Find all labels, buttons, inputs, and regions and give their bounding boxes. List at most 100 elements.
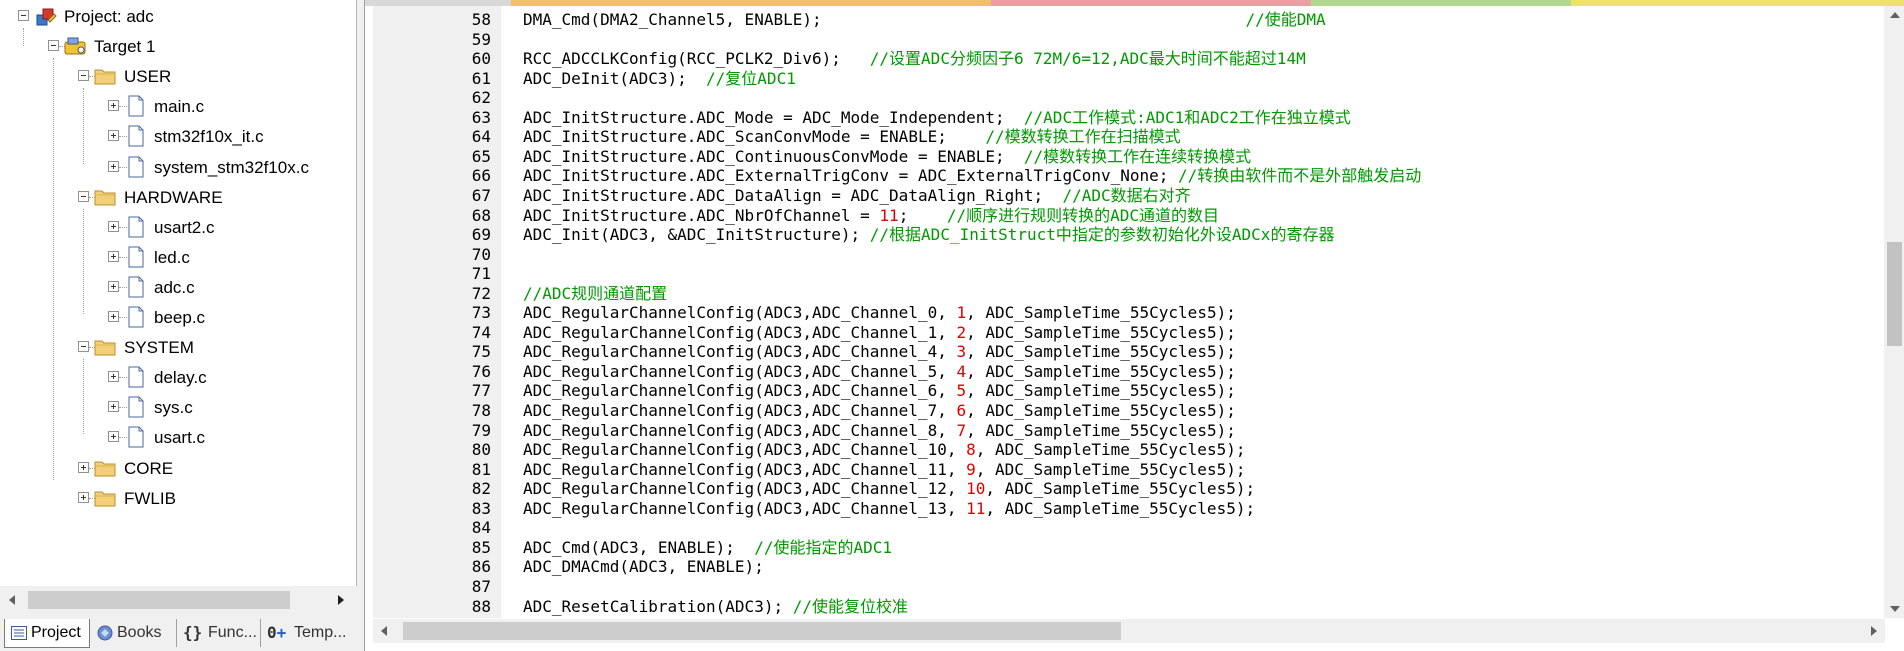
code-editor[interactable]: 58 DMA_Cmd(DMA2_Channel5, ENABLE); //使能DM… bbox=[364, 0, 1904, 651]
code-number: 1 bbox=[956, 303, 967, 323]
expand-toggle-icon[interactable] bbox=[108, 401, 119, 413]
code-text: ADC_DMACmd(ADC3, ENABLE); bbox=[523, 557, 764, 577]
code-line[interactable]: DMA_Cmd(DMA2_Channel5, ENABLE); //使能DMA bbox=[523, 10, 1326, 30]
code-text: ADC_RegularChannelConfig(ADC3,ADC_Channe… bbox=[523, 322, 957, 342]
expand-toggle-icon[interactable] bbox=[108, 280, 119, 292]
expand-toggle-icon[interactable] bbox=[108, 311, 119, 322]
code-number: 4 bbox=[956, 361, 967, 381]
collapse-toggle-icon[interactable] bbox=[78, 70, 89, 82]
code-line[interactable]: ADC_RegularChannelConfig(ADC3,ADC_Channe… bbox=[523, 421, 1236, 441]
line-number: 75 bbox=[471, 342, 491, 362]
line-number: 61 bbox=[471, 68, 491, 88]
tree-node-label: system_stm32f10x.c bbox=[154, 157, 309, 177]
editor-vscroll-thumb[interactable] bbox=[1887, 242, 1902, 346]
collapse-toggle-icon[interactable] bbox=[78, 190, 89, 202]
editor-hscroll-thumb[interactable] bbox=[403, 622, 1121, 640]
code-line[interactable]: ADC_RegularChannelConfig(ADC3,ADC_Channe… bbox=[523, 381, 1236, 401]
code-line[interactable]: ADC_RegularChannelConfig(ADC3,ADC_Channe… bbox=[523, 342, 1236, 362]
expand-toggle-icon[interactable] bbox=[78, 491, 89, 503]
tree-node[interactable]: FWLIB bbox=[0, 484, 356, 514]
scroll-down-icon[interactable] bbox=[1890, 606, 1900, 612]
line-number: 74 bbox=[471, 322, 491, 342]
code-line[interactable]: ADC_InitStructure.ADC_ContinuousConvMode… bbox=[523, 147, 1251, 167]
expand-toggle-icon[interactable] bbox=[108, 431, 119, 443]
tab-templates[interactable]: 0+ Temp... bbox=[264, 619, 350, 647]
code-comment: //模数转换工作在连续转换模式 bbox=[1023, 146, 1252, 166]
code-text: ADC_RegularChannelConfig(ADC3,ADC_Channe… bbox=[523, 459, 967, 479]
line-number: 85 bbox=[471, 537, 491, 557]
code-line[interactable]: //ADC规则通道配置 bbox=[523, 284, 667, 304]
code-comment: //转换由软件而不是外部触发启动 bbox=[1178, 166, 1422, 186]
editor-horizontal-scrollbar[interactable] bbox=[373, 619, 1885, 643]
code-line[interactable]: ADC_RegularChannelConfig(ADC3,ADC_Channe… bbox=[523, 323, 1236, 343]
templates-icon: 0+ bbox=[267, 623, 287, 642]
expand-toggle-icon[interactable] bbox=[108, 100, 119, 112]
editor-tab-strip bbox=[365, 0, 1904, 6]
tab-functions[interactable]: {} Func... bbox=[180, 619, 261, 647]
tree-node-label: main.c bbox=[154, 97, 205, 117]
scroll-right-icon bbox=[338, 595, 344, 605]
code-line[interactable]: ADC_RegularChannelConfig(ADC3,ADC_Channe… bbox=[523, 479, 1255, 499]
tree-node-label: HARDWARE bbox=[124, 187, 223, 207]
expand-toggle-icon[interactable] bbox=[108, 250, 119, 262]
tab-project[interactable]: Project bbox=[4, 619, 90, 648]
editor-vertical-scrollbar[interactable] bbox=[1884, 6, 1904, 618]
code-line[interactable]: ADC_InitStructure.ADC_ExternalTrigConv =… bbox=[523, 166, 1421, 186]
code-text: ADC_Cmd(ADC3, ENABLE); bbox=[523, 537, 755, 557]
tab-books[interactable]: Books bbox=[92, 619, 177, 647]
code-line[interactable]: RCC_ADCCLKConfig(RCC_PCLK2_Div6); //设置AD… bbox=[523, 49, 1306, 69]
line-number: 76 bbox=[471, 361, 491, 381]
code-line[interactable]: ADC_RegularChannelConfig(ADC3,ADC_Channe… bbox=[523, 362, 1236, 382]
scroll-right-button[interactable] bbox=[330, 590, 352, 610]
tree-scroll-thumb[interactable] bbox=[28, 591, 290, 609]
code-text: ADC_ResetCalibration(ADC3); bbox=[523, 596, 793, 616]
line-number: 81 bbox=[471, 459, 491, 479]
project-tab-icon bbox=[11, 626, 27, 640]
code-text: , ADC_SampleTime_55Cycles5); bbox=[975, 440, 1246, 460]
expand-toggle-icon[interactable] bbox=[108, 130, 119, 142]
scroll-up-icon[interactable] bbox=[1890, 12, 1900, 18]
code-line[interactable]: ADC_Cmd(ADC3, ENABLE); //使能指定的ADC1 bbox=[523, 538, 892, 558]
code-text: , ADC_SampleTime_55Cycles5); bbox=[966, 342, 1236, 362]
code-text: ADC_RegularChannelConfig(ADC3,ADC_Channe… bbox=[523, 401, 957, 420]
code-line[interactable]: ADC_Init(ADC3, &ADC_InitStructure); //根据… bbox=[523, 225, 1334, 245]
scroll-right-icon[interactable] bbox=[1871, 626, 1877, 636]
code-line[interactable]: ADC_RegularChannelConfig(ADC3,ADC_Channe… bbox=[523, 440, 1245, 460]
code-line[interactable]: ADC_RegularChannelConfig(ADC3,ADC_Channe… bbox=[523, 303, 1236, 323]
expand-toggle-icon[interactable] bbox=[108, 220, 119, 232]
file-icon bbox=[124, 396, 148, 418]
line-number: 79 bbox=[471, 420, 491, 440]
code-text: , ADC_SampleTime_55Cycles5); bbox=[985, 479, 1256, 499]
code-area[interactable]: 58 DMA_Cmd(DMA2_Channel5, ENABLE); //使能DM… bbox=[365, 10, 1865, 618]
collapse-toggle-icon[interactable] bbox=[18, 10, 29, 21]
tree-node-label: stm32f10x_it.c bbox=[154, 127, 264, 147]
collapse-toggle-icon[interactable] bbox=[78, 341, 89, 353]
code-line[interactable]: ADC_ResetCalibration(ADC3); //使能复位校准 bbox=[523, 597, 908, 617]
code-number: 7 bbox=[956, 420, 967, 440]
code-line[interactable]: ADC_InitStructure.ADC_DataAlign = ADC_Da… bbox=[523, 186, 1191, 206]
scroll-left-button[interactable] bbox=[2, 590, 24, 610]
collapse-toggle-icon[interactable] bbox=[48, 40, 59, 52]
code-line[interactable]: ADC_RegularChannelConfig(ADC3,ADC_Channe… bbox=[523, 401, 1236, 421]
code-line[interactable]: ADC_InitStructure.ADC_NbrOfChannel = 11;… bbox=[523, 206, 1219, 226]
code-line[interactable]: ADC_InitStructure.ADC_Mode = ADC_Mode_In… bbox=[523, 108, 1351, 128]
code-line[interactable]: ADC_InitStructure.ADC_ScanConvMode = ENA… bbox=[523, 127, 1181, 147]
code-line[interactable]: ADC_RegularChannelConfig(ADC3,ADC_Channe… bbox=[523, 499, 1255, 519]
scroll-left-icon[interactable] bbox=[381, 626, 387, 636]
expand-toggle-icon[interactable] bbox=[78, 461, 89, 473]
code-comment: //使能复位校准 bbox=[792, 596, 908, 616]
code-line[interactable]: ADC_DMACmd(ADC3, ENABLE); bbox=[523, 557, 764, 577]
code-line[interactable]: ADC_DeInit(ADC3); //复位ADC1 bbox=[523, 69, 796, 89]
expand-toggle-icon[interactable] bbox=[108, 371, 119, 383]
code-text: , ADC_SampleTime_55Cycles5); bbox=[985, 498, 1256, 518]
line-number: 63 bbox=[471, 107, 491, 127]
code-number: 3 bbox=[956, 342, 967, 362]
target-icon bbox=[64, 35, 88, 57]
code-text: , ADC_SampleTime_55Cycles5); bbox=[966, 322, 1236, 342]
expand-toggle-icon[interactable] bbox=[108, 160, 119, 172]
code-text: , ADC_SampleTime_55Cycles5); bbox=[975, 459, 1246, 479]
tree-node-label: led.c bbox=[154, 247, 190, 267]
tree-node[interactable]: Project: adc bbox=[0, 2, 356, 32]
tree-horizontal-scrollbar[interactable] bbox=[0, 588, 356, 613]
code-line[interactable]: ADC_RegularChannelConfig(ADC3,ADC_Channe… bbox=[523, 460, 1245, 480]
